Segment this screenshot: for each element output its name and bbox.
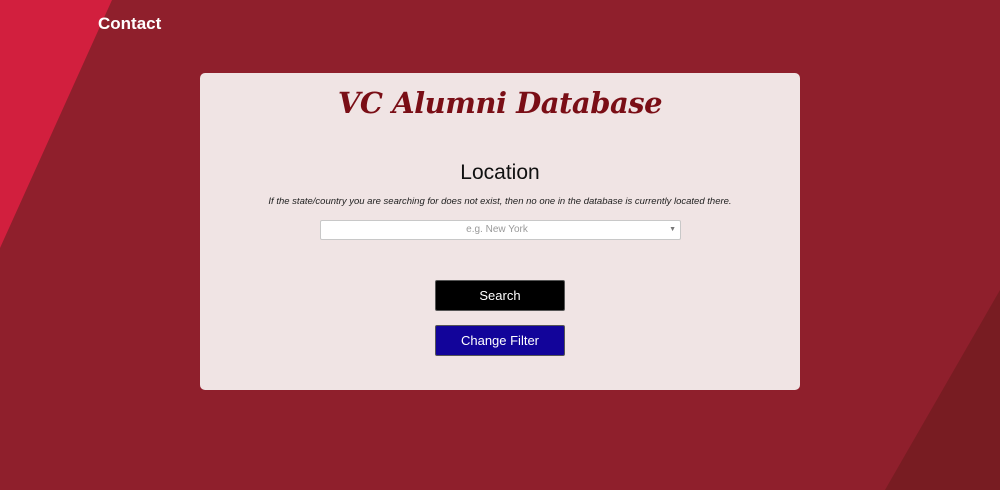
search-button[interactable]: Search — [435, 280, 565, 311]
location-select[interactable]: e.g. New York ▼ — [320, 220, 681, 240]
location-select-placeholder: e.g. New York — [466, 224, 528, 235]
nav-contact-link[interactable]: Contact — [98, 14, 161, 34]
page-title: VC Alumni Database — [337, 86, 663, 120]
location-heading: Location — [460, 161, 540, 184]
change-filter-button[interactable]: Change Filter — [435, 325, 565, 356]
location-note: If the state/country you are searching f… — [268, 196, 732, 207]
caret-down-icon: ▼ — [669, 226, 676, 233]
